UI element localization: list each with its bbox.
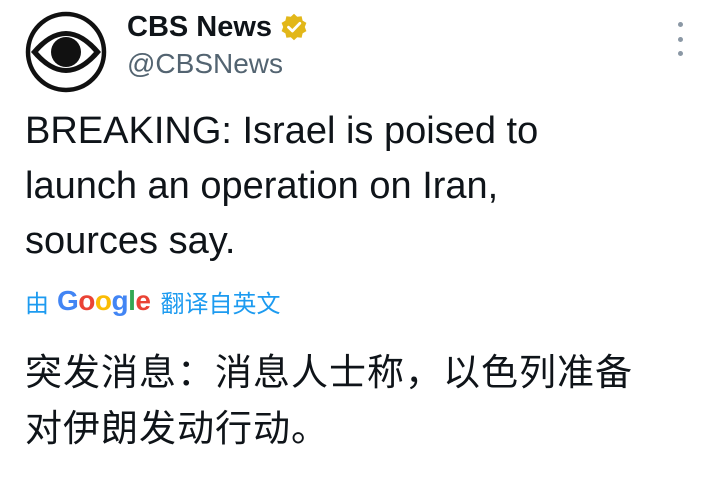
vertical-ellipsis-icon-dot — [677, 22, 683, 27]
google-logo-letter: e — [135, 285, 151, 316]
verified-badge-icon — [280, 13, 308, 41]
google-logo-letter: G — [57, 285, 79, 316]
translation-prefix: 由 — [25, 289, 49, 318]
google-logo-letter: g — [111, 285, 129, 316]
google-logo-letter: o — [78, 285, 95, 316]
author-name-row[interactable]: CBS News — [127, 10, 308, 44]
translation-suffix: 翻译自英文 — [160, 289, 281, 318]
author-handle[interactable]: @CBSNews — [127, 48, 283, 80]
vertical-ellipsis-icon-dot — [677, 51, 683, 56]
translation-attribution-link[interactable]: 由 Google 翻译自英文 — [25, 281, 280, 321]
tweet-card: CBS News @CBSNews BREAKING: Israel is po… — [0, 0, 702, 481]
google-logo-letter: o — [94, 285, 112, 316]
vertical-ellipsis-icon-dot — [677, 36, 683, 42]
translated-tweet-text: 突发消息：消息人士称，以色列准备 对伊朗发动行动。 — [25, 351, 633, 450]
more-options-button[interactable] — [666, 22, 694, 56]
avatar[interactable] — [24, 10, 108, 94]
google-logo: Google — [57, 285, 151, 316]
author-display-name[interactable]: CBS News — [127, 10, 272, 44]
cbs-eye-logo-icon — [25, 11, 107, 93]
tweet-text: BREAKING: Israel is poised to launch an … — [25, 110, 539, 262]
